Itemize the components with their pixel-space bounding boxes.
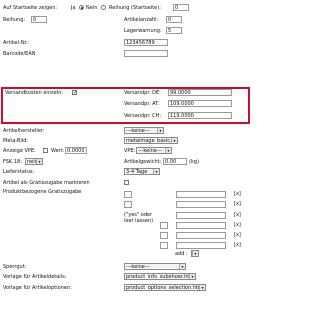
lagerwarnung-label: Lagerwarnung:	[124, 28, 162, 34]
vpe-label: Anzeige VPE:	[3, 148, 36, 154]
versand-ch-input[interactable]: 119.0000	[168, 112, 232, 119]
chevron-down-icon: ▾	[179, 264, 185, 269]
gratis-qty-input-4[interactable]	[160, 222, 168, 229]
vpe-checkbox[interactable]	[43, 148, 48, 153]
fsk-select[interactable]: nein ▾	[25, 158, 43, 165]
chevron-down-icon: ▾	[153, 169, 159, 174]
reihung-label: Reihung:	[3, 17, 26, 23]
chevron-down-icon: ▾	[36, 159, 42, 164]
gratis-label: Artikel als Gratiszugabe markieren	[3, 180, 90, 186]
gewicht-label: Artikelgewicht:	[124, 159, 162, 165]
gewicht-unit: (kg)	[189, 159, 199, 165]
nein-label: Nein	[86, 5, 98, 11]
gratis-checkbox[interactable]	[124, 180, 129, 185]
remove-link-2[interactable]: [x]	[234, 200, 241, 208]
versand-at-input[interactable]: 109.0000	[168, 100, 232, 107]
startseite-nein-radio[interactable]	[101, 5, 106, 10]
gratis-qty-input-6[interactable]	[160, 242, 168, 249]
produktbezogene-label: Produktbezogene Gratiszugabe	[3, 189, 82, 195]
vpe2-select[interactable]: ---keine--- ▾	[136, 147, 172, 154]
chevron-down-icon: ▾	[192, 251, 198, 256]
remove-link-1[interactable]: [x]	[234, 190, 241, 198]
vorlage-optionen-value: product_options_selection.html	[126, 285, 205, 291]
gratis-qty-input-5[interactable]	[160, 232, 168, 239]
vorlage-optionen-select[interactable]: product_options_selection.html ▾	[124, 284, 206, 291]
vorlage-optionen-label: Vorlage für Artikeloptionen:	[3, 285, 72, 291]
hersteller-label: Artikelhersteller:	[3, 128, 45, 134]
artikelnr-label: Artikel-Nr.:	[3, 40, 30, 46]
remove-link-6[interactable]: [x]	[234, 241, 241, 249]
lieferstatus-label: Lieferstatus:	[3, 169, 35, 175]
barcode-input[interactable]	[124, 50, 168, 57]
remove-link-4[interactable]: [x]	[234, 221, 241, 229]
metabild-label: Meta-Bild:	[3, 138, 29, 144]
gratis-product-input-5[interactable]	[176, 232, 226, 239]
gratis-product-input-1[interactable]	[176, 191, 226, 198]
versand-at-label: Versandpr. AT:	[124, 101, 160, 107]
chevron-down-icon: ▾	[157, 128, 163, 133]
chevron-down-icon: ▾	[199, 285, 205, 290]
gratis-product-input-3[interactable]	[176, 212, 226, 219]
chevron-down-icon: ▾	[189, 274, 195, 279]
lieferstatus-value: 3-4 Tage	[126, 169, 148, 175]
hersteller-value: ---keine---	[126, 128, 151, 134]
startseite-label: Auf Startseite zeigen:	[3, 5, 58, 11]
versand-de-label: Versandpr. DE:	[124, 90, 161, 96]
barcode-label: Barcode/EAN	[3, 51, 36, 57]
gratis-qty-input-2[interactable]	[124, 201, 132, 208]
yes-hint: ("yes" oder leer lassen)	[124, 212, 154, 224]
vorlage-details-label: Vorlage für Artikeldetails:	[3, 274, 67, 280]
artikelnr-input[interactable]: 123456789	[124, 39, 168, 46]
gratis-product-input-2[interactable]	[176, 201, 226, 208]
artikelanzahl-input[interactable]: 0	[166, 16, 182, 23]
gewicht-input[interactable]: 0.00	[163, 158, 187, 165]
reihung-startseite-label: Reihung (Startseite):	[109, 5, 161, 11]
versandkosten-checkbox[interactable]: ✓	[72, 90, 77, 96]
versand-de-input[interactable]: 99.0000	[168, 89, 232, 96]
remove-link-5[interactable]: [x]	[234, 231, 241, 239]
versandkosten-label: Versandkosten einzeln:	[5, 90, 63, 96]
sperrgut-value: ---keine---	[126, 264, 151, 270]
vorlage-details-value: product_info_subehoer.html	[126, 274, 196, 280]
artikelanzahl-label: Artikelanzahl:	[124, 17, 159, 23]
lieferstatus-select[interactable]: 3-4 Tage ▾	[124, 168, 160, 175]
versand-ch-label: Versandpr. CH:	[124, 113, 162, 119]
gratis-qty-input-1[interactable]	[124, 191, 132, 198]
fsk-label: FSK 18:	[3, 159, 22, 165]
remove-link-3[interactable]: [x]	[234, 211, 241, 219]
vorlage-details-select[interactable]: product_info_subehoer.html ▾	[124, 273, 196, 280]
ja-label: Ja	[71, 5, 76, 11]
startseite-ja-radio[interactable]	[79, 5, 84, 10]
wert-input[interactable]: 0.0000	[65, 147, 87, 154]
vpe2-label: VPE:	[124, 148, 136, 154]
chevron-down-icon: ▾	[171, 138, 177, 143]
sperrgut-select[interactable]: ---keine--- ▾	[124, 263, 186, 270]
reihung-input[interactable]: 0	[31, 16, 47, 23]
hersteller-select[interactable]: ---keine--- ▾	[124, 127, 164, 134]
vpe2-value: ---keine---	[138, 148, 163, 154]
gratis-product-input-4[interactable]	[176, 222, 226, 229]
gratis-product-input-6[interactable]	[176, 242, 226, 249]
add-label: add :	[175, 251, 188, 257]
metabild-select[interactable]: metaimage_basic.gif ▾	[124, 137, 178, 144]
sperrgut-label: Sperrgut:	[3, 264, 27, 270]
chevron-down-icon: ▾	[165, 148, 171, 153]
lagerwarnung-input[interactable]: 5	[166, 27, 182, 34]
reihung-startseite-input[interactable]: 0	[173, 4, 189, 11]
wert-label: Wert:	[51, 148, 65, 154]
add-select[interactable]: ▾	[191, 250, 199, 257]
